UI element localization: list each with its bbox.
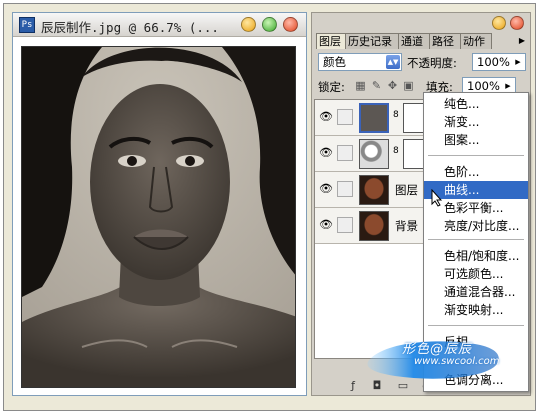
lock-paint-icon[interactable]: ✎	[370, 79, 383, 92]
layer-name: 图层	[395, 183, 418, 197]
menu-item-brightness-contrast[interactable]: 亮度/对比度...	[424, 217, 528, 235]
panel-minimize-button[interactable]	[492, 16, 506, 30]
canvas-area[interactable]	[13, 38, 306, 395]
opacity-value: 100%	[477, 55, 510, 69]
panel-tabs: 图层 历史记录 通道 路径 动作 ▶	[316, 33, 528, 49]
menu-item-hue-saturation[interactable]: 色相/饱和度...	[424, 247, 528, 265]
eye-icon[interactable]: 👁	[318, 110, 334, 124]
fill-value: 100%	[467, 79, 500, 93]
chain-link-icon[interactable]: 8	[393, 110, 401, 124]
layer-link-box[interactable]	[337, 109, 353, 125]
eye-icon[interactable]: 👁	[318, 146, 334, 160]
lock-position-icon[interactable]: ✥	[386, 79, 399, 92]
blend-mode-value: 颜色	[323, 55, 346, 69]
menu-item-pattern[interactable]: 图案...	[424, 131, 528, 149]
eye-icon[interactable]: 👁	[318, 218, 334, 232]
portrait-photo[interactable]	[21, 46, 296, 388]
blend-mode-select[interactable]: 颜色 ▲▼	[318, 53, 402, 71]
tab-actions[interactable]: 动作	[460, 33, 492, 49]
panel-titlebar[interactable]	[312, 13, 530, 31]
menu-separator	[428, 155, 524, 156]
menu-separator	[428, 325, 524, 326]
eye-icon[interactable]: 👁	[318, 182, 334, 196]
maximize-button[interactable]	[262, 17, 277, 32]
mouse-cursor-icon	[431, 189, 443, 207]
lock-label: 锁定:	[318, 80, 345, 94]
blend-row: 颜色 ▲▼ 不透明度: 100% ▶	[312, 51, 530, 73]
opacity-label: 不透明度:	[407, 56, 457, 70]
menu-item-selective-color[interactable]: 可选颜色...	[424, 265, 528, 283]
adjustment-thumbnail-icon	[359, 103, 389, 133]
watermark-url: www.swcool.com	[414, 356, 500, 367]
minimize-button[interactable]	[241, 17, 256, 32]
layer-link-box[interactable]	[337, 181, 353, 197]
menu-item-solid-color[interactable]: 纯色...	[424, 95, 528, 113]
menu-separator	[428, 239, 524, 240]
menu-item-levels[interactable]: 色阶...	[424, 163, 528, 181]
document-titlebar[interactable]: Ps 辰辰制作.jpg @ 66.7% (...	[13, 13, 306, 37]
tab-layers[interactable]: 图层	[316, 33, 346, 49]
chain-link-icon[interactable]: 8	[393, 146, 401, 160]
document-title: 辰辰制作.jpg @ 66.7% (...	[41, 20, 219, 35]
panel-close-button[interactable]	[510, 16, 524, 30]
fill-arrow-icon[interactable]: ▶	[502, 79, 514, 93]
menu-item-gradient[interactable]: 渐变...	[424, 113, 528, 131]
tab-history[interactable]: 历史记录	[345, 33, 399, 49]
dropdown-arrow-icon[interactable]: ▲▼	[386, 55, 400, 69]
layer-style-icon[interactable]: ƒ	[346, 379, 360, 393]
portrait-image	[22, 47, 295, 387]
layer-thumbnail	[359, 211, 389, 241]
tab-paths[interactable]: 路径	[429, 33, 461, 49]
panel-menu-arrow-icon[interactable]: ▶	[516, 33, 528, 49]
menu-item-gradient-map[interactable]: 渐变映射...	[424, 301, 528, 319]
adjustment-thumbnail-icon	[359, 139, 389, 169]
tab-channels[interactable]: 通道	[398, 33, 430, 49]
layer-thumbnail	[359, 175, 389, 205]
lock-all-icon[interactable]: ▣	[402, 79, 415, 92]
opacity-arrow-icon[interactable]: ▶	[512, 55, 524, 69]
layer-link-box[interactable]	[337, 217, 353, 233]
close-button[interactable]	[283, 17, 298, 32]
lock-transparency-icon[interactable]: ▦	[354, 79, 367, 92]
document-window: Ps 辰辰制作.jpg @ 66.7% (...	[12, 12, 307, 396]
menu-item-channel-mixer[interactable]: 通道混合器...	[424, 283, 528, 301]
layer-name: 背景	[395, 219, 418, 233]
photoshop-document-icon: Ps	[19, 17, 35, 33]
layer-link-box[interactable]	[337, 145, 353, 161]
opacity-field[interactable]: 100% ▶	[472, 53, 526, 71]
watermark-title: 形色@辰辰	[402, 342, 473, 357]
